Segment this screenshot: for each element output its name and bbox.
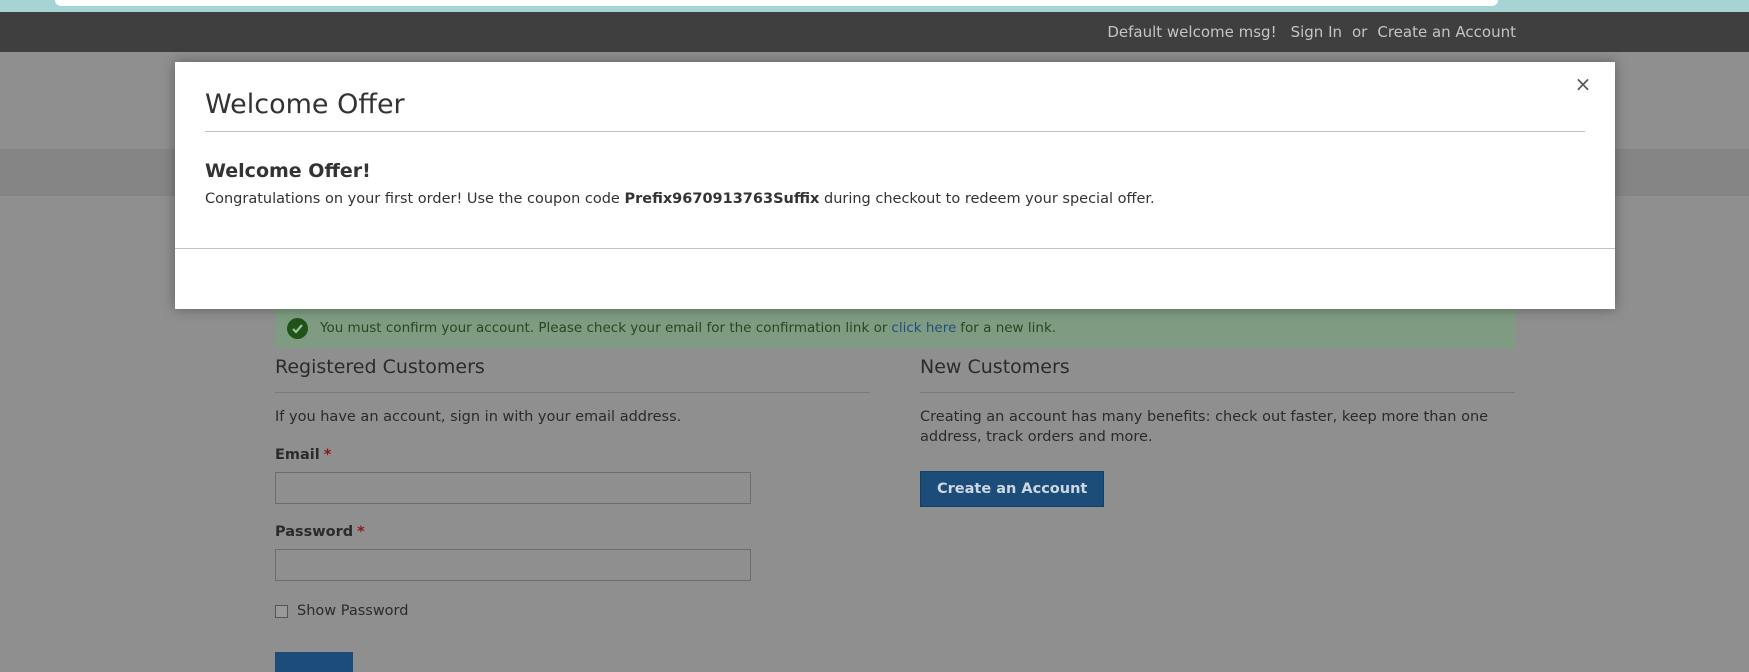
address-bar[interactable] <box>55 0 1498 6</box>
check-circle-icon <box>287 317 308 339</box>
password-field[interactable] <box>275 549 751 581</box>
show-password-label: Show Password <box>297 603 409 619</box>
new-customers-note: Creating an account has many benefits: c… <box>920 409 1489 445</box>
registered-customers-note: If you have an account, sign in with you… <box>275 409 682 425</box>
welcome-message: Default welcome msg! <box>1107 23 1277 41</box>
modal-title: Welcome Offer <box>205 89 405 120</box>
show-password-checkbox[interactable] <box>275 604 288 618</box>
offer-title: Welcome Offer! <box>205 160 371 182</box>
sign-in-link[interactable]: Sign In <box>1291 23 1342 41</box>
required-mark: * <box>323 447 332 463</box>
new-customers-block: New Customers Creating an account has ma… <box>920 356 1515 507</box>
header-or-text: or <box>1352 23 1368 41</box>
new-customers-title: New Customers <box>920 356 1515 393</box>
offer-text-after: during checkout to redeem your special o… <box>823 191 1155 207</box>
top-header-bar: Default welcome msg! Sign In or Create a… <box>0 12 1749 52</box>
browser-top-strip <box>0 0 1749 12</box>
success-message: You must confirm your account. Please ch… <box>275 308 1515 348</box>
message-text-before: You must confirm your account. Please ch… <box>320 320 888 336</box>
message-text-after: for a new link. <box>960 320 1057 336</box>
show-password-option[interactable]: Show Password <box>275 603 870 619</box>
registered-customers-block: Registered Customers If you have an acco… <box>275 356 870 619</box>
create-account-button[interactable]: Create an Account <box>920 471 1105 507</box>
close-icon[interactable]: × <box>1571 72 1595 96</box>
email-label: Email * <box>275 447 870 463</box>
modal-footer <box>175 248 1615 249</box>
sign-in-button[interactable] <box>275 652 353 672</box>
modal-header: Welcome Offer <box>205 62 1585 132</box>
create-account-link[interactable]: Create an Account <box>1377 23 1516 41</box>
resend-confirmation-link[interactable]: click here <box>891 320 956 336</box>
coupon-code: Prefix9670913763Suffix <box>624 191 820 207</box>
welcome-offer-modal: Welcome Offer × Welcome Offer! Congratul… <box>175 62 1615 309</box>
email-label-text: Email <box>275 447 320 463</box>
registered-customers-title: Registered Customers <box>275 356 870 393</box>
password-label: Password * <box>275 524 870 540</box>
required-mark: * <box>357 524 365 540</box>
offer-text: Congratulations on your first order! Use… <box>205 191 1585 207</box>
password-label-text: Password <box>275 524 354 540</box>
header-links: Default welcome msg! Sign In or Create a… <box>1093 12 1516 52</box>
modal-body: Welcome Offer! Congratulations on your f… <box>205 160 1585 207</box>
offer-text-before: Congratulations on your first order! Use… <box>205 191 620 207</box>
email-field[interactable] <box>275 472 751 504</box>
